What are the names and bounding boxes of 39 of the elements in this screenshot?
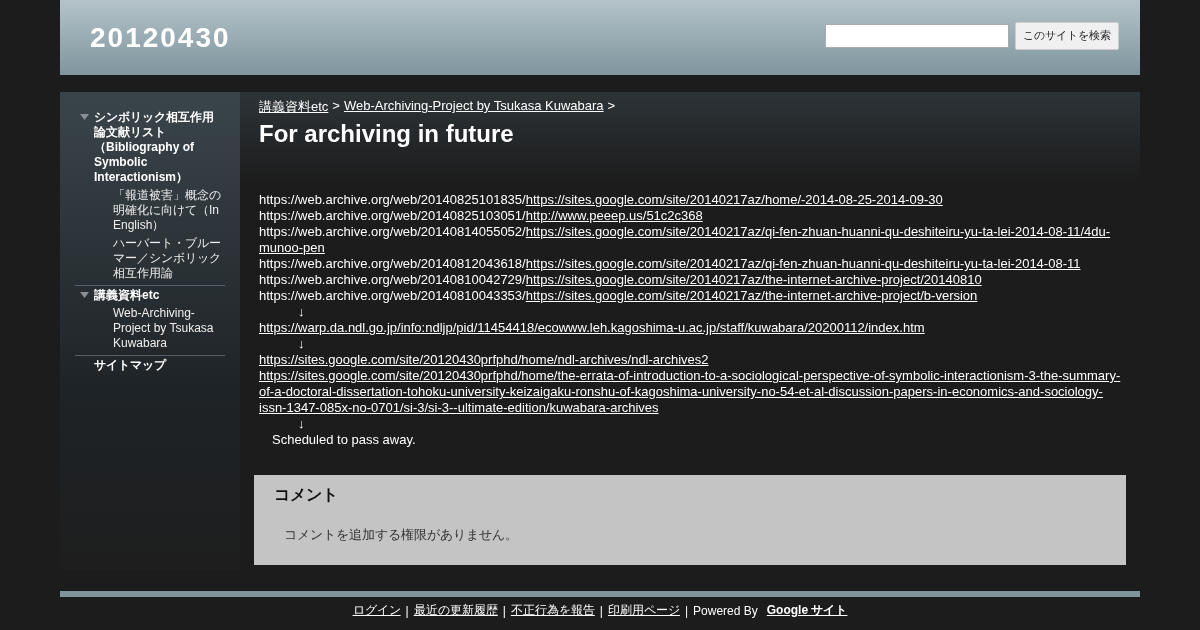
sidebar-subitem[interactable]: Web-Archiving-Project by Tsukasa Kuwabara [113,306,225,351]
archive-entry[interactable]: https://web.archive.org/web/20140825103051/http://www.peeep.us/51c2c368 [259,208,1126,224]
archive-link[interactable]: https://sites.google.com/site/20120430prfphd/home/ndl-archives/ndl-archives2 [259,352,1126,368]
footer-separator: | [599,603,603,618]
footer-separator: | [684,603,689,618]
page-title: For archiving in future [259,120,515,148]
footer-separator: | [405,603,409,618]
down-arrow: ↓ [298,304,305,319]
breadcrumb-link[interactable]: Web-Archiving-Project by Tsukasa Kuwabara [343,98,604,116]
sidebar-subitem[interactable]: 「報道被害」概念の明確化に向けて（In English） [113,188,225,233]
archive-entry[interactable]: https://web.archive.org/web/20140812043618/https://sites.google.com/site/20140217az/qi-fen-zhuan-huanni-qu-deshiteiru-yu-ta-lei-2014-08-11 [259,256,1126,272]
breadcrumb-link[interactable]: 講義資料etc [259,98,329,116]
powered-by-text: Powered By [693,603,758,618]
footer-link[interactable]: 不正行為を報告 [510,602,595,619]
note-text: Scheduled to pass away. [272,432,416,447]
search-field[interactable] [825,23,1009,48]
archive-entry[interactable]: https://web.archive.org/web/20140810043353/https://sites.google.com/site/20140217az/the-internet-archive-project/b-version [259,288,1126,304]
footer-link[interactable]: ログイン [352,602,401,619]
down-arrow: ↓ [298,336,305,351]
down-arrow: ↓ [298,416,305,431]
comments-message: コメントを追加する権限がありません。 [283,526,519,544]
breadcrumb-separator: > [607,98,616,115]
search-button[interactable]: このサイトを検索 [1015,21,1119,50]
expand-triangle-icon[interactable] [80,114,89,120]
google-sites-link[interactable]: Google サイト [766,602,848,619]
sidebar-item[interactable]: シンボリック相互作用論文献リスト（Bibliography of Symbolic Interactionism） [94,110,225,185]
archive-entry[interactable]: https://web.archive.org/web/20140810042729/https://sites.google.com/site/20140217az/the-internet-archive-project/20140810 [259,272,1126,288]
footer-link[interactable]: 印刷用ページ [607,602,680,619]
footer-link[interactable]: 最近の更新履歴 [413,602,498,619]
archive-entry[interactable]: https://web.archive.org/web/20140825101835/https://sites.google.com/site/20140217az/home/-2014-08-25-2014-09-30 [259,192,1126,208]
breadcrumb-separator: > [332,98,340,115]
sidebar-item[interactable]: 講義資料etc [94,288,160,303]
sidebar-item[interactable]: サイトマップ [94,358,166,373]
archive-link[interactable]: https://sites.google.com/site/20120430prfphd/home/the-errata-of-introduction-to-a-sociological-perspective-of-symbolic-interactionism-3-the-summary-of-a-doctoral-dissertation-tohoku-university-keizaigaku-ronshu-of-kagoshima-university-no-54-et-al-discussion-papers-in-economics-and-sociology-issn-1347-085x-no-0701/si-3/si-3--ultimate-edition/kuwabara-archives [259,368,1126,416]
footer-separator: | [502,603,506,618]
comments-title: コメント [274,485,339,505]
archive-link[interactable]: https://warp.da.ndl.go.jp/info:ndljp/pid/11454418/ecowww.leh.kagoshima-u.ac.jp/staff/kuwabara/20200112/index.htm [259,320,1126,336]
sidebar-subitem[interactable]: ハーバート・ブルーマー／シンボリック相互作用論 [113,236,225,281]
expand-triangle-icon[interactable] [80,292,89,298]
